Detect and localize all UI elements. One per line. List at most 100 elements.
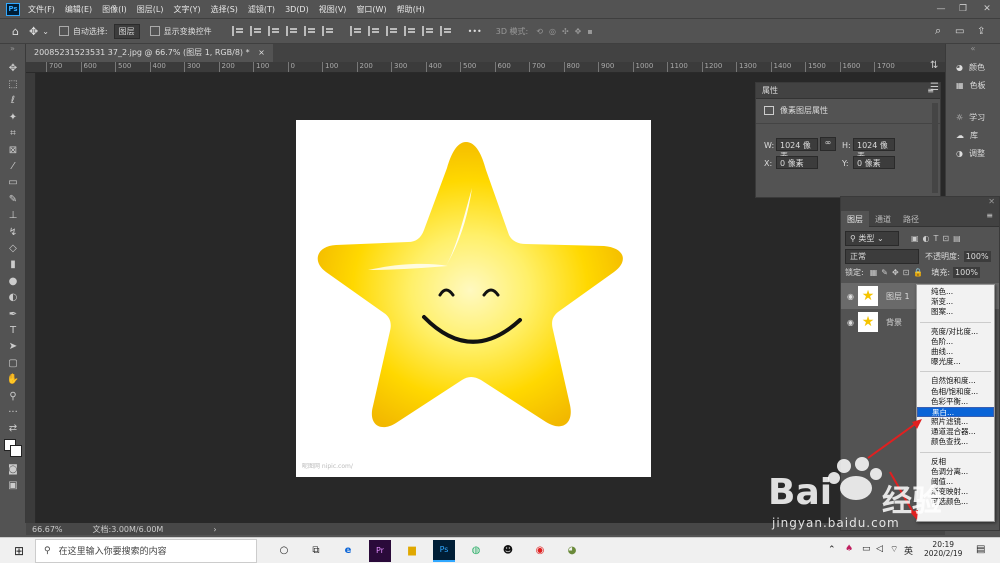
menu-item-brightness-contrast[interactable]: 亮度/对比度... <box>917 327 994 337</box>
visibility-eye-icon[interactable]: ◉ <box>847 292 854 301</box>
distribute-right-icon[interactable] <box>439 26 452 36</box>
move-tool-icon[interactable]: ✥ <box>29 25 38 38</box>
menu-item-pattern[interactable]: 图案... <box>917 307 994 317</box>
windows-start-icon[interactable]: ⊞ <box>8 540 30 562</box>
dock-adjustments[interactable]: ◑ 调整 <box>946 144 1000 162</box>
menu-image[interactable]: 图像(I) <box>102 4 127 15</box>
close-tab-icon[interactable]: × <box>258 48 265 57</box>
wechat-icon[interactable]: ◍ <box>465 540 487 562</box>
share-icon[interactable]: ⇪ <box>977 26 985 37</box>
photoshop-taskbar-icon[interactable]: Ps <box>433 539 455 562</box>
menu-window[interactable]: 窗口(W) <box>356 4 386 15</box>
menu-file[interactable]: 文件(F) <box>28 4 55 15</box>
chevron-down-icon[interactable]: ⌄ <box>42 27 49 36</box>
path-select-tool-icon[interactable]: ➤ <box>0 339 26 355</box>
document-canvas[interactable]: 昵图网 nipic.com/ <box>296 120 651 477</box>
visibility-eye-icon[interactable]: ◉ <box>847 318 854 327</box>
menu-item-gradient[interactable]: 渐变... <box>917 297 994 307</box>
premiere-icon[interactable]: Pr <box>369 539 391 562</box>
menu-help[interactable]: 帮助(H) <box>397 4 425 15</box>
zoom-tool-icon[interactable]: ⚲ <box>0 388 26 404</box>
actions-panel-icon[interactable]: ☰ <box>930 82 944 96</box>
distribute-bottom-icon[interactable] <box>385 26 398 36</box>
menu-item-levels[interactable]: 色阶... <box>917 337 994 347</box>
frame-tool-icon[interactable]: ⊠ <box>0 142 26 158</box>
eyedropper-tool-icon[interactable]: ⁄ <box>0 158 26 174</box>
layers-menu-icon[interactable]: ≡ <box>986 211 993 226</box>
scrollbar[interactable] <box>932 103 938 193</box>
history-brush-tool-icon[interactable]: ↯ <box>0 224 26 240</box>
clock[interactable]: 20:19 2020/2/19 <box>924 540 962 558</box>
marquee-tool-icon[interactable]: ⬚ <box>0 76 26 92</box>
hand-tool-icon[interactable]: ✋ <box>0 371 26 387</box>
tray-app-icon[interactable]: ♠ <box>845 544 853 554</box>
tab-channels[interactable]: 通道 <box>869 211 897 227</box>
align-bottom-icon[interactable] <box>321 26 334 36</box>
align-top-icon[interactable] <box>285 26 298 36</box>
panel-collapse-icon[interactable]: » <box>0 44 25 60</box>
menu-filter[interactable]: 滤镜(T) <box>248 4 275 15</box>
show-transform-checkbox[interactable] <box>149 26 160 36</box>
3d-roll-icon[interactable]: ◎ <box>549 27 556 36</box>
menu-item-exposure[interactable]: 曝光度... <box>917 357 994 367</box>
cortana-icon[interactable]: ○ <box>273 540 295 562</box>
healing-tool-icon[interactable]: ▭ <box>0 175 26 191</box>
menu-type[interactable]: 文字(Y) <box>173 4 200 15</box>
3d-pan-icon[interactable]: ✣ <box>562 27 569 36</box>
link-icon[interactable]: ∞ <box>820 137 836 151</box>
ime-indicator[interactable]: 英 <box>904 544 913 557</box>
pen-tool-icon[interactable]: ✒ <box>0 306 26 322</box>
3d-scale-icon[interactable]: ▪ <box>587 27 592 36</box>
taskbar-search-box[interactable]: ⚲ 在这里输入你要搜索的内容 <box>35 538 257 563</box>
history-panel-icon[interactable]: ⇅ <box>930 60 944 74</box>
close-icon[interactable]: ✕ <box>976 0 998 18</box>
menu-item-solid-color[interactable]: 纯色... <box>917 287 994 297</box>
menu-view[interactable]: 视图(V) <box>319 4 347 15</box>
qq-icon[interactable]: ☻ <box>497 540 519 562</box>
opacity-field[interactable]: 100% <box>963 251 991 262</box>
menu-item-vibrance[interactable]: 自然饱和度... <box>917 376 994 386</box>
type-tool-icon[interactable]: T <box>0 322 26 338</box>
network-icon[interactable]: ▭ <box>862 544 871 554</box>
distribute-top-icon[interactable] <box>349 26 362 36</box>
menu-select[interactable]: 选择(S) <box>211 4 238 15</box>
status-menu-arrow[interactable]: › <box>213 525 216 534</box>
height-field[interactable]: 1024 像素 <box>853 138 895 161</box>
magic-wand-tool-icon[interactable]: ✦ <box>0 109 26 125</box>
more-tools-icon[interactable]: ··· <box>0 404 26 420</box>
lasso-tool-icon[interactable]: ℓ <box>0 93 26 109</box>
y-field[interactable]: 0 像素 <box>853 156 895 169</box>
background-color-swatch[interactable] <box>10 444 22 457</box>
move-tool-icon[interactable]: ✥ <box>0 60 26 76</box>
menu-item-color-balance[interactable]: 色彩平衡... <box>917 397 994 407</box>
menu-item-hue-saturation[interactable]: 色相/饱和度... <box>917 387 994 397</box>
align-center-icon[interactable] <box>249 26 262 36</box>
tab-paths[interactable]: 路径 <box>897 211 925 227</box>
quick-mask-icon[interactable]: ◙ <box>0 461 26 477</box>
auto-select-checkbox[interactable] <box>58 26 69 36</box>
crop-tool-icon[interactable]: ⌗ <box>0 126 26 142</box>
dock-collapse-icon[interactable]: « <box>946 44 1000 58</box>
layer-filter-dropdown[interactable]: ⚲ 类型 ⌄ <box>845 231 899 246</box>
zoom-level[interactable]: 66.67% <box>32 525 63 534</box>
blend-mode-dropdown[interactable]: 正常 <box>845 249 919 264</box>
document-tab[interactable]: 20085231523531 37_2.jpg @ 66.7% (图层 1, R… <box>26 44 273 62</box>
align-right-icon[interactable] <box>267 26 280 36</box>
home-icon[interactable]: ⌂ <box>12 25 19 38</box>
brush-tool-icon[interactable]: ✎ <box>0 191 26 207</box>
dock-libraries[interactable]: ☁ 库 <box>946 126 1000 144</box>
menu-layer[interactable]: 图层(L) <box>137 4 164 15</box>
distribute-center-icon[interactable] <box>421 26 434 36</box>
tray-chevron-icon[interactable]: ⌃ <box>828 545 836 555</box>
3d-slide-icon[interactable]: ✥ <box>575 27 582 36</box>
menu-edit[interactable]: 编辑(E) <box>65 4 92 15</box>
minimize-icon[interactable]: — <box>930 0 952 18</box>
filter-icons[interactable]: ▣◐T⊡▤ <box>911 234 965 243</box>
more-options-icon[interactable]: ••• <box>468 27 482 36</box>
3d-rotate-icon[interactable]: ⟲ <box>536 27 543 36</box>
eraser-tool-icon[interactable]: ◇ <box>0 240 26 256</box>
task-view-icon[interactable]: ⧉ <box>305 540 327 562</box>
gradient-tool-icon[interactable]: ▮ <box>0 257 26 273</box>
blur-tool-icon[interactable]: ● <box>0 273 26 289</box>
color-swatches[interactable] <box>0 437 25 461</box>
